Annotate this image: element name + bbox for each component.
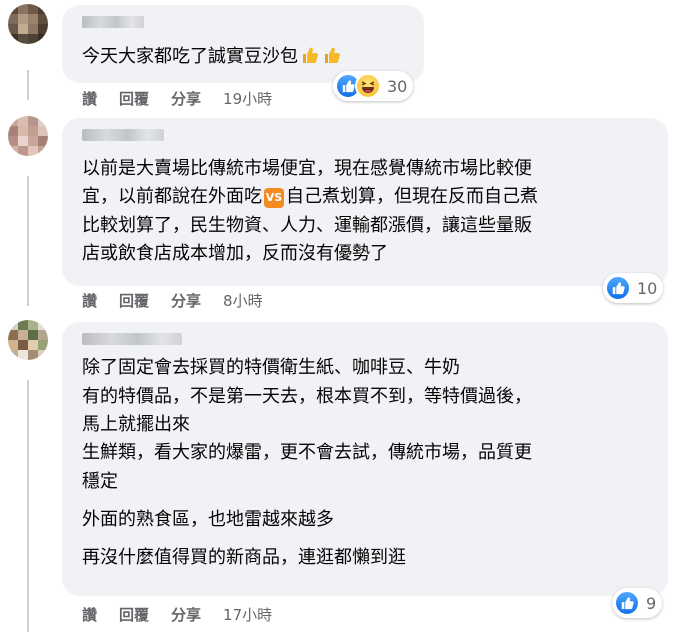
timestamp[interactable]: 8小時 — [223, 290, 263, 311]
comment-text: 再沒什麼值得買的新商品，連逛都懶到逛 — [82, 547, 406, 568]
reply-button[interactable]: 回覆 — [119, 290, 149, 311]
reaction-summary[interactable]: 10 — [603, 273, 664, 303]
haha-icon — [355, 73, 381, 99]
reaction-summary[interactable]: 9 — [612, 588, 663, 618]
share-button[interactable]: 分享 — [171, 88, 201, 109]
like-button[interactable]: 讚 — [82, 604, 97, 625]
thumbs-up-emoji-icon — [322, 45, 342, 71]
reaction-summary[interactable]: 30 — [333, 71, 414, 101]
comment-text: 店或飲食店成本增加，反而沒有優勢了 — [82, 243, 388, 264]
comment-text: 除了固定會去採買的特價衛生紙、咖啡豆、牛奶 — [82, 357, 460, 378]
comment-text: 穩定 — [82, 471, 118, 492]
like-button[interactable]: 讚 — [82, 290, 97, 311]
reply-button[interactable]: 回覆 — [119, 88, 149, 109]
thread-line — [27, 380, 29, 632]
avatar[interactable] — [8, 116, 48, 156]
comment-text: 以前是大賣場比傳統市場便宜，現在感覺傳統市場比較便 — [82, 158, 532, 179]
comment-text: 外面的熟食區，也地雷越來越多 — [82, 509, 334, 530]
thread-line — [27, 176, 29, 306]
reaction-count: 30 — [387, 76, 408, 96]
comment-actions: 讚 回覆 分享 19小時 — [82, 88, 272, 108]
commenter-name[interactable] — [82, 16, 144, 28]
comment-text: 比較划算了，民生物資、人力、運輸都漲價，讓這些量販 — [82, 215, 532, 236]
comment-bubble: 除了固定會去採買的特價衛生紙、咖啡豆、牛奶 有的特價品，不是第一天去，根本買不到… — [62, 322, 668, 596]
thread-line — [27, 70, 29, 100]
timestamp[interactable]: 17小時 — [223, 604, 272, 625]
reply-button[interactable]: 回覆 — [119, 604, 149, 625]
commenter-name[interactable] — [82, 129, 164, 141]
like-icon — [605, 275, 631, 301]
timestamp[interactable]: 19小時 — [223, 88, 272, 109]
comment-actions: 讚 回覆 分享 8小時 — [82, 290, 263, 310]
comment-text: 宜，以前都說在外面吃 VS 自己煮划算，但現在反而自己煮 — [82, 186, 538, 208]
comment-actions: 讚 回覆 分享 17小時 — [82, 604, 272, 624]
like-icon — [614, 590, 640, 616]
thumbs-up-emoji-icon — [300, 45, 320, 71]
commenter-name[interactable] — [82, 333, 182, 345]
reaction-count: 10 — [637, 278, 658, 298]
reaction-count: 9 — [646, 593, 657, 613]
vs-emoji-icon: VS — [264, 188, 284, 208]
comment-text: 有的特價品，不是第一天去，根本買不到，等特價過後， — [82, 386, 532, 407]
comment-text: 馬上就擺出來 — [82, 414, 190, 435]
comment-text: 生鮮類，看大家的爆雷，更不會去試，傳統市場，品質更 — [82, 442, 532, 463]
like-button[interactable]: 讚 — [82, 88, 97, 109]
avatar[interactable] — [8, 4, 48, 44]
share-button[interactable]: 分享 — [171, 290, 201, 311]
comment-bubble: 以前是大賣場比傳統市場便宜，現在感覺傳統市場比較便 宜，以前都說在外面吃 VS 自己… — [62, 118, 668, 286]
share-button[interactable]: 分享 — [171, 604, 201, 625]
comment-text: 今天大家都吃了誠實豆沙包 — [82, 45, 342, 71]
avatar[interactable] — [8, 320, 48, 360]
